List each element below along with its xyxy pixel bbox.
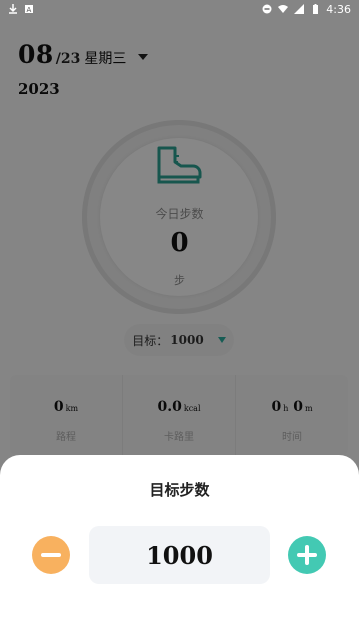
sheet-title: 目标步数 xyxy=(149,481,210,499)
notification-icon: A xyxy=(25,5,33,14)
dnd-icon xyxy=(262,4,272,14)
wifi-icon xyxy=(278,5,289,13)
signal-icon xyxy=(294,4,305,14)
plus-icon[interactable] xyxy=(288,536,326,574)
minus-icon[interactable] xyxy=(32,536,70,574)
svg-text:A: A xyxy=(27,6,32,14)
status-time: 4:36 xyxy=(326,2,351,16)
status-bar: A 4:36 xyxy=(0,0,359,18)
download-icon xyxy=(9,4,17,14)
goal-steps-sheet: 目标步数 1000 xyxy=(0,455,359,638)
battery-icon xyxy=(313,4,319,14)
goal-steps-value[interactable]: 1000 xyxy=(89,526,270,584)
